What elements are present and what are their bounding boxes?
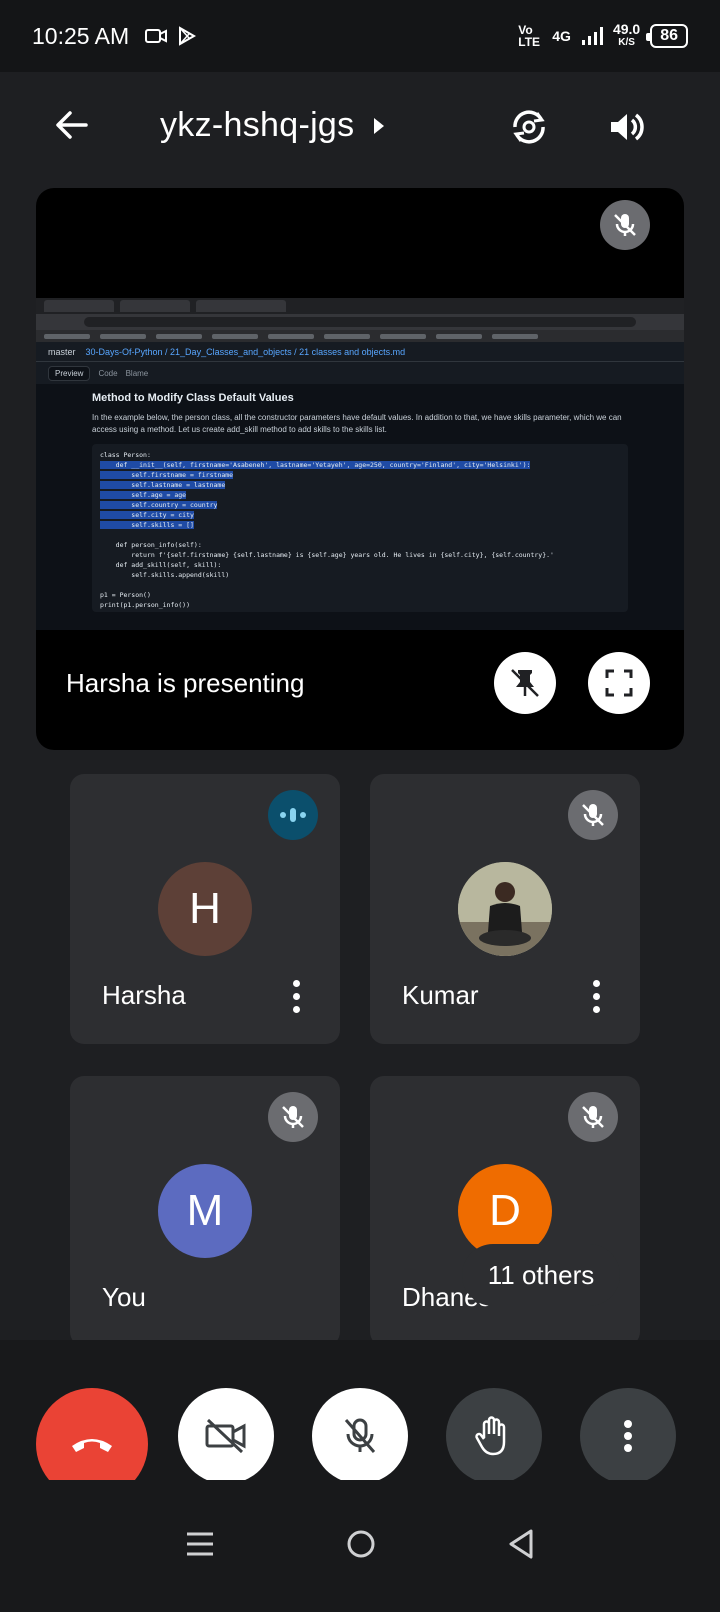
unpin-button[interactable] bbox=[494, 652, 556, 714]
video-status-icon bbox=[145, 29, 168, 43]
battery-indicator: 86 bbox=[646, 24, 688, 48]
code-line: self.city = city bbox=[100, 511, 194, 519]
home-circle-icon bbox=[347, 1530, 375, 1557]
code-line: self.lastname = lastname bbox=[100, 481, 226, 489]
raise-hand-button[interactable] bbox=[446, 1388, 542, 1484]
file-breadcrumb: 30-Days-Of-Python / 21_Day_Classes_and_o… bbox=[85, 346, 406, 357]
home-button[interactable] bbox=[346, 1529, 376, 1564]
code-line: return f'{self.firstname} {self.lastname… bbox=[100, 551, 554, 559]
more-vert-icon bbox=[624, 1420, 632, 1452]
participant-tile-you[interactable]: M You bbox=[70, 1076, 340, 1346]
signal-icon bbox=[581, 27, 603, 45]
avatar: M bbox=[158, 1164, 252, 1258]
play-store-icon bbox=[179, 26, 197, 46]
code-block: class Person: def __init__(self, firstna… bbox=[92, 444, 628, 612]
tab-preview: Preview bbox=[48, 365, 91, 381]
branch-label: master bbox=[48, 346, 76, 357]
chevron-right-icon bbox=[374, 117, 385, 134]
fullscreen-button[interactable] bbox=[588, 652, 650, 714]
mic-off-icon bbox=[282, 1106, 304, 1128]
pin-off-icon bbox=[511, 669, 539, 697]
hand-icon bbox=[475, 1416, 506, 1456]
presenter-label: Harsha is presenting bbox=[66, 668, 305, 698]
speed-value: 49.0 bbox=[612, 21, 641, 37]
code-line: def add_skill(self, skill): bbox=[100, 561, 222, 569]
presentation-mic-status bbox=[600, 200, 650, 250]
doc-heading: Method to Modify Class Default Values bbox=[92, 392, 294, 404]
code-line: def __init__(self, firstname='Asabeneh',… bbox=[100, 461, 531, 469]
code-line: self.age = age bbox=[100, 491, 187, 499]
code-line: self.skills.append(skill) bbox=[100, 571, 230, 579]
mic-off-icon bbox=[582, 1106, 604, 1128]
avatar: H bbox=[158, 862, 252, 956]
speed-unit: K/S bbox=[618, 37, 635, 48]
tab-blame: Blame bbox=[125, 368, 149, 378]
meeting-title[interactable]: ykz-hshq-jgs bbox=[160, 106, 386, 145]
status-time: 10:25 AM bbox=[32, 22, 130, 49]
back-button[interactable] bbox=[48, 100, 96, 150]
speaker-icon bbox=[611, 113, 644, 141]
mic-off-badge bbox=[568, 1092, 618, 1142]
status-bar: 10:25 AM Vo LTE 4G 49.0 K/S 86 bbox=[0, 0, 720, 72]
participant-tile-kumar[interactable]: Kumar bbox=[370, 774, 640, 1044]
person-photo-icon bbox=[458, 862, 552, 956]
audio-output-button[interactable] bbox=[600, 102, 650, 152]
participant-name: Harsha bbox=[102, 980, 186, 1010]
avatar-photo bbox=[458, 862, 552, 956]
switch-camera-icon bbox=[513, 110, 545, 144]
volte-label: Vo LTE bbox=[518, 23, 541, 49]
camera-off-icon bbox=[205, 1418, 246, 1454]
recents-button[interactable] bbox=[185, 1531, 215, 1562]
audio-level-icon bbox=[280, 808, 306, 822]
code-line: self.country = country bbox=[100, 501, 218, 509]
mic-off-icon bbox=[582, 804, 604, 826]
others-chip[interactable]: 11 others bbox=[462, 1244, 620, 1306]
system-nav-bar bbox=[0, 1480, 720, 1612]
code-line: print(p1.person_info()) bbox=[100, 601, 191, 609]
menu-icon bbox=[187, 1532, 214, 1555]
code-line: p1 = Person() bbox=[100, 591, 151, 599]
call-controls bbox=[0, 1340, 720, 1500]
mic-off-badge bbox=[568, 790, 618, 840]
code-line: class Person: bbox=[100, 451, 151, 459]
more-options-button[interactable] bbox=[593, 980, 600, 1013]
mic-off-icon bbox=[614, 214, 636, 236]
speaking-indicator bbox=[268, 790, 318, 840]
more-options-button[interactable] bbox=[293, 980, 300, 1013]
participant-name: Kumar bbox=[402, 980, 479, 1010]
participant-tile-harsha[interactable]: H Harsha bbox=[70, 774, 340, 1044]
code-line: def person_info(self): bbox=[100, 541, 202, 549]
shared-screen: master 30-Days-Of-Python / 21_Day_Classe… bbox=[36, 298, 684, 630]
network-label: 4G bbox=[552, 28, 571, 44]
presentation-card[interactable]: master 30-Days-Of-Python / 21_Day_Classe… bbox=[36, 188, 684, 750]
code-line: self.firstname = firstname bbox=[100, 471, 234, 479]
more-actions-button[interactable] bbox=[580, 1388, 676, 1484]
switch-camera-button[interactable] bbox=[504, 102, 554, 152]
mic-off-icon bbox=[344, 1418, 376, 1453]
triangle-back-icon bbox=[509, 1529, 533, 1558]
arrow-back-icon bbox=[56, 111, 88, 139]
meeting-code: ykz-hshq-jgs bbox=[160, 106, 355, 144]
mic-toggle-button[interactable] bbox=[312, 1388, 408, 1484]
participant-name: You bbox=[102, 1282, 146, 1312]
fullscreen-icon bbox=[605, 669, 633, 697]
tab-code: Code bbox=[98, 368, 118, 378]
code-line: self.skills = [] bbox=[100, 521, 194, 529]
back-nav-button[interactable] bbox=[507, 1528, 535, 1565]
camera-toggle-button[interactable] bbox=[178, 1388, 274, 1484]
mic-off-badge bbox=[268, 1092, 318, 1142]
hang-up-icon bbox=[72, 1439, 112, 1452]
doc-paragraph: In the example below, the person class, … bbox=[92, 413, 622, 434]
